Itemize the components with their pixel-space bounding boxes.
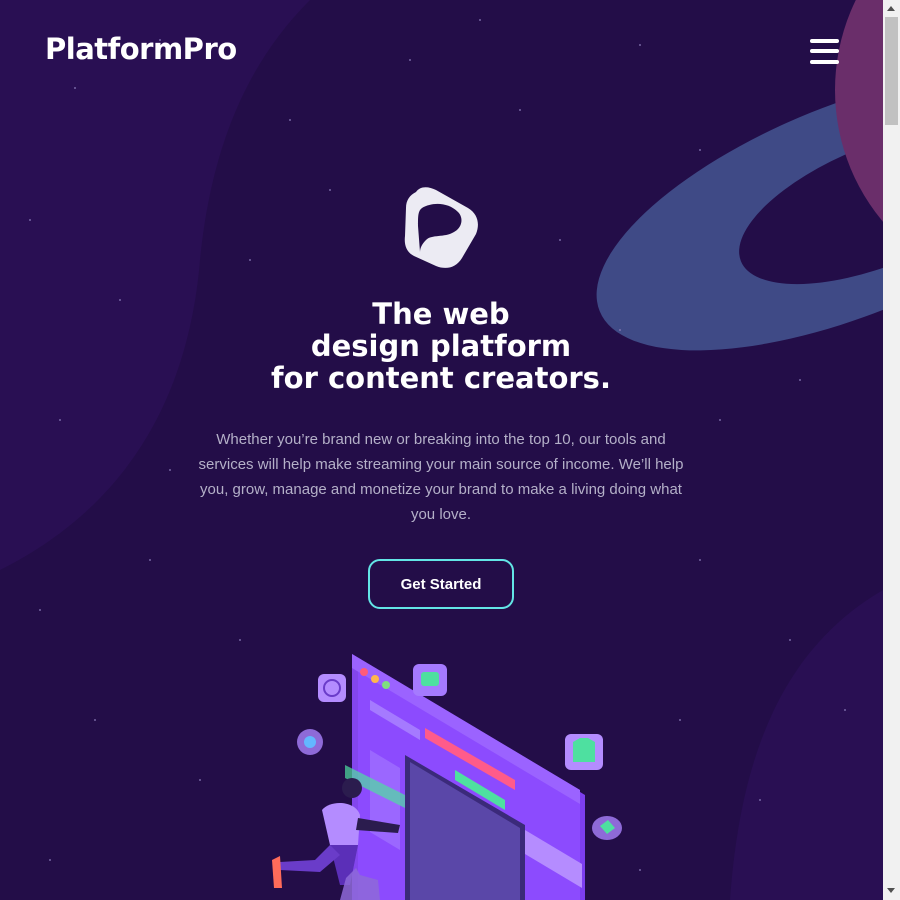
menu-bar — [810, 60, 839, 64]
hero-title-line: The web — [372, 297, 510, 331]
hero-title-line: design platform — [310, 329, 572, 363]
scroll-up-arrow-icon[interactable] — [887, 6, 895, 11]
brand-logo-text[interactable]: PlatformPro — [45, 32, 237, 66]
page: PlatformPro The web design platform for … — [0, 0, 883, 900]
get-started-button[interactable]: Get Started — [368, 559, 514, 609]
streamer-isometric-illustration — [272, 654, 622, 900]
scroll-down-arrow-icon[interactable] — [887, 888, 895, 893]
vertical-scrollbar[interactable] — [883, 0, 900, 900]
menu-bar — [810, 49, 839, 53]
platformpro-logo-icon — [404, 187, 478, 268]
hero-title-line: for content creators. — [271, 361, 611, 395]
scrollbar-thumb[interactable] — [885, 17, 898, 125]
menu-bar — [810, 39, 839, 43]
hero-description: Whether you’re brand new or breaking int… — [198, 431, 684, 523]
hamburger-menu-icon[interactable] — [810, 38, 840, 66]
hero-title: The web design platform for content crea… — [200, 298, 682, 394]
